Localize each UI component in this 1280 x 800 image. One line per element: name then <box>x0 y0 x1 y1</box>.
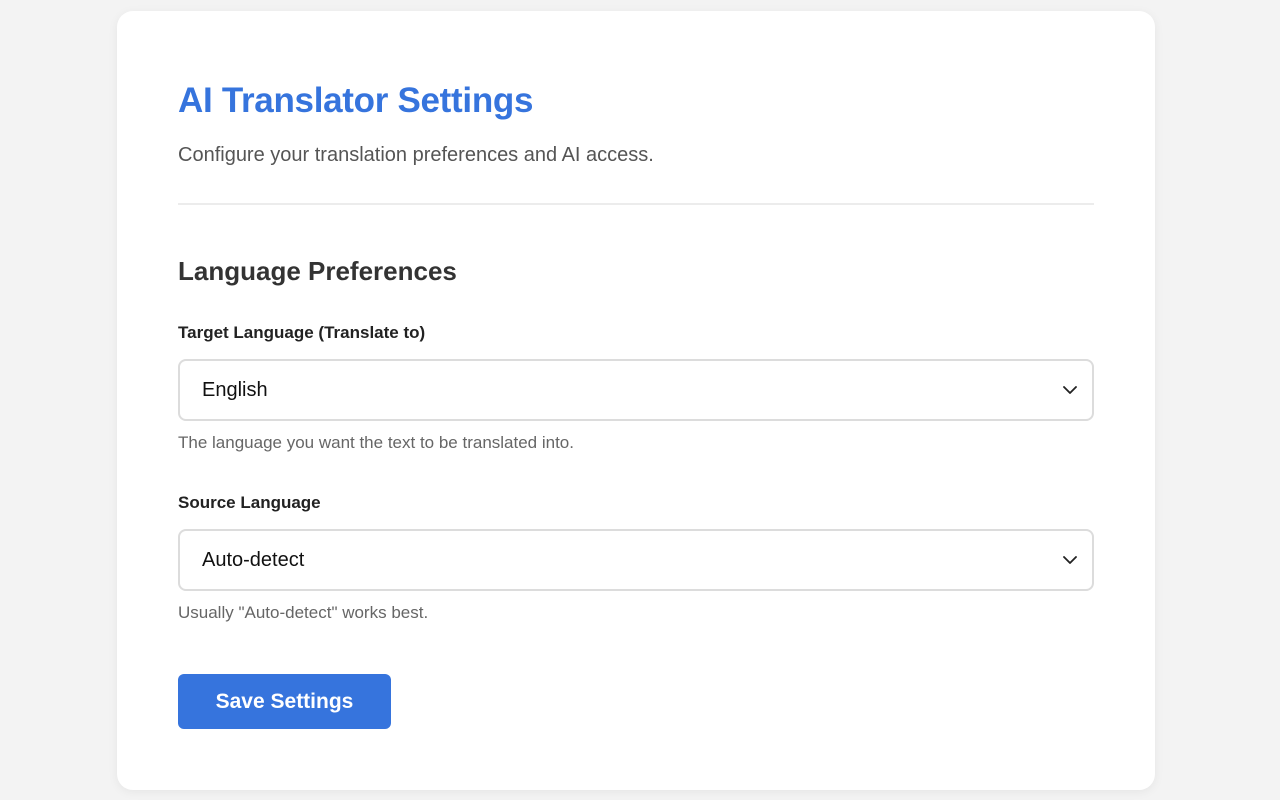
source-language-help: Usually "Auto-detect" works best. <box>178 603 429 622</box>
target-language-select[interactable]: English <box>178 359 1094 421</box>
settings-card: AI Translator Settings Configure your tr… <box>117 11 1155 790</box>
target-language-label: Target Language (Translate to) <box>178 323 426 342</box>
page-title: AI Translator Settings <box>178 81 534 120</box>
target-language-value: English <box>202 378 268 401</box>
target-language-help: The language you want the text to be tra… <box>178 433 574 452</box>
source-language-label: Source Language <box>178 493 321 512</box>
page-subtitle: Configure your translation preferences a… <box>178 144 654 166</box>
chevron-down-icon <box>1062 552 1078 568</box>
chevron-down-icon <box>1062 382 1078 398</box>
source-language-select[interactable]: Auto-detect <box>178 529 1094 591</box>
source-language-value: Auto-detect <box>202 548 305 571</box>
save-settings-button[interactable]: Save Settings <box>178 674 391 729</box>
section-title-language-preferences: Language Preferences <box>178 256 457 286</box>
divider <box>178 203 1094 205</box>
